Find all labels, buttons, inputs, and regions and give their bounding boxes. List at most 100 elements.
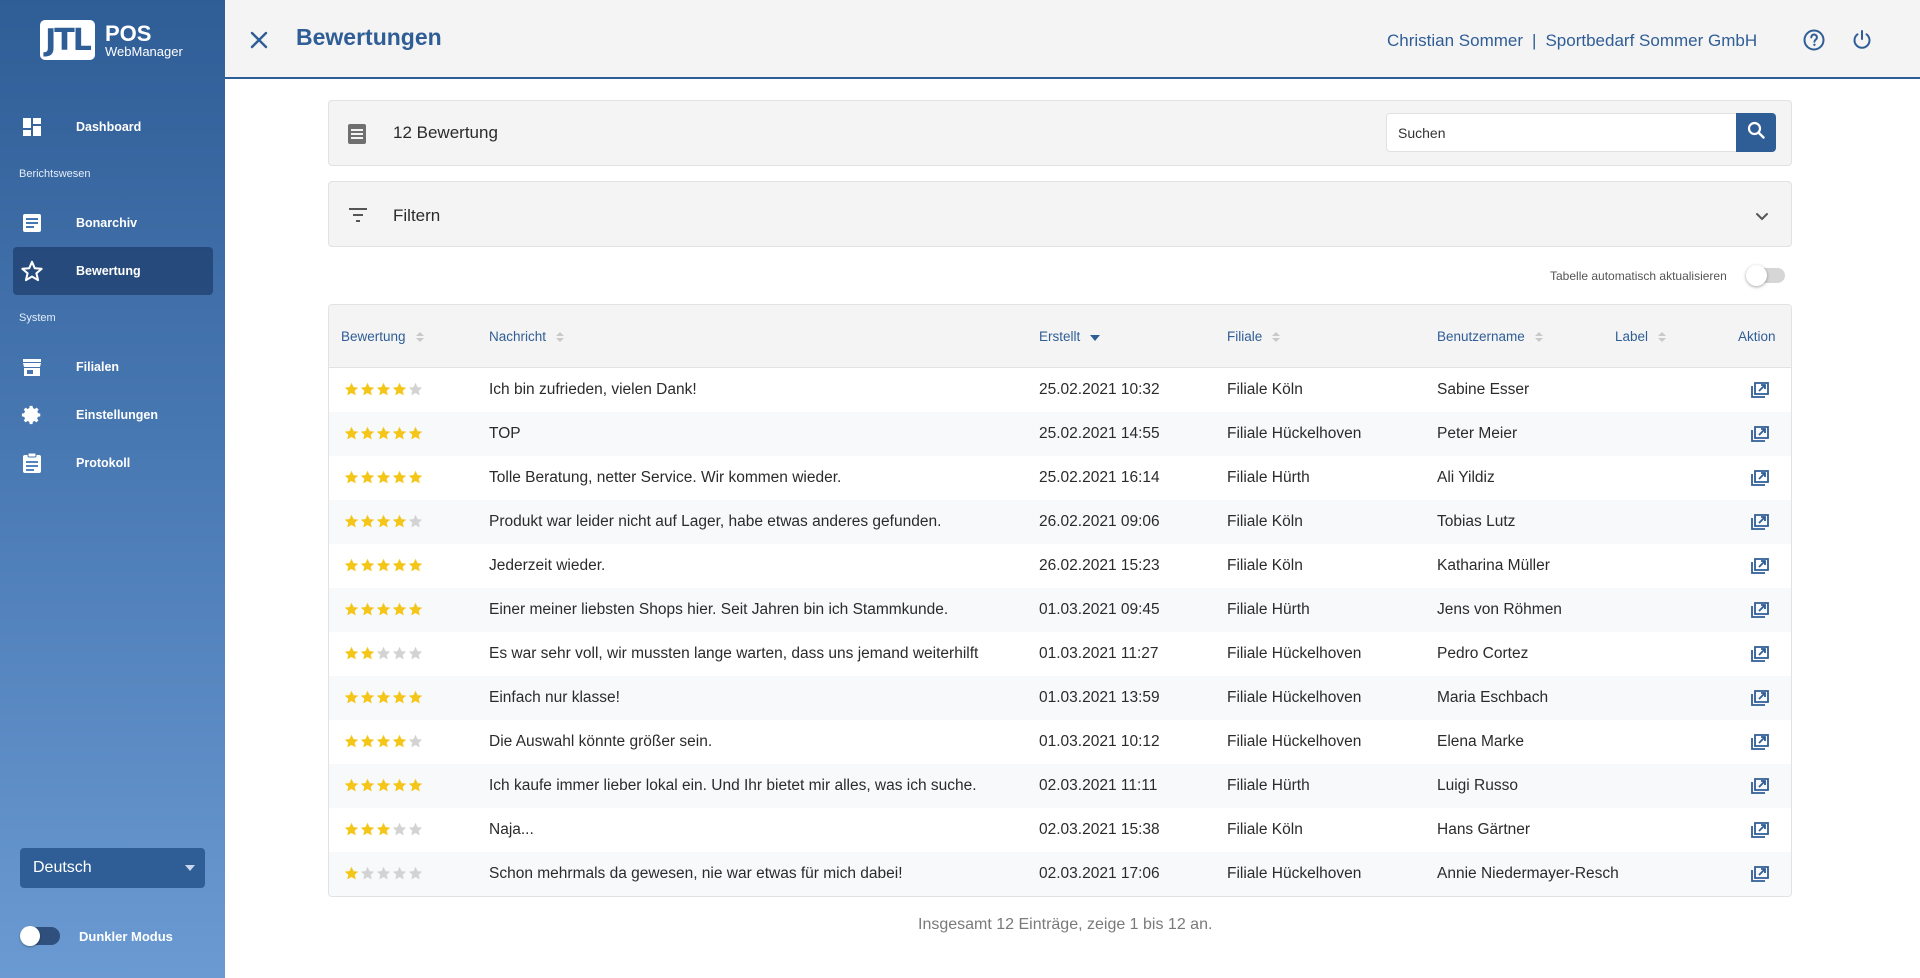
search-button[interactable]: [1736, 113, 1776, 152]
filter-icon: [349, 208, 367, 227]
sidebar: JTL POS WebManager Dashboard Berichtswes…: [0, 0, 225, 978]
open-review-icon[interactable]: [1749, 732, 1771, 752]
cell-created: 01.03.2021 10:12: [1039, 733, 1160, 750]
toggle-knob: [1746, 265, 1767, 286]
column-header-message[interactable]: Nachricht: [489, 329, 565, 344]
star-filled-icon: [376, 382, 391, 402]
rating-stars: [344, 822, 423, 842]
open-review-icon[interactable]: [1749, 424, 1771, 444]
cell-created: 26.02.2021 09:06: [1039, 513, 1160, 530]
table-row: TOP 25.02.2021 14:55 Filiale Hückelhoven Pe…: [329, 412, 1791, 456]
open-review-icon[interactable]: [1749, 600, 1771, 620]
sidebar-item-label: Einstellungen: [76, 408, 158, 422]
app-logo[interactable]: JTL POS WebManager: [40, 20, 183, 60]
rating-stars: [344, 514, 423, 534]
cell-branch: Filiale Hückelhoven: [1227, 733, 1362, 750]
help-icon[interactable]: [1802, 28, 1826, 52]
store-icon: [21, 356, 43, 378]
cell-message: Schon mehrmals da gewesen, nie war etwas…: [489, 865, 903, 882]
star-empty-icon: [408, 734, 423, 754]
rating-stars: [344, 734, 423, 754]
column-header-branch[interactable]: Filiale: [1227, 329, 1281, 344]
open-review-icon[interactable]: [1749, 468, 1771, 488]
sort-icon: [1534, 331, 1543, 342]
search-input[interactable]: [1386, 113, 1738, 152]
cell-username: Hans Gärtner: [1437, 821, 1531, 838]
table-row: Es war sehr voll, wir mussten lange wart…: [329, 632, 1791, 676]
language-select[interactable]: Deutsch: [20, 848, 205, 888]
receipt-icon: [21, 212, 43, 234]
open-review-icon[interactable]: [1749, 380, 1771, 400]
table-header: Bewertung Nachricht Erstellt Filiale Ben…: [329, 305, 1791, 368]
sidebar-section-system: System: [19, 312, 56, 324]
open-review-icon[interactable]: [1749, 644, 1771, 664]
cell-created: 01.03.2021 11:27: [1039, 645, 1159, 662]
cell-username: Ali Yildiz: [1437, 469, 1495, 486]
star-filled-icon: [344, 558, 359, 578]
user-info[interactable]: Christian Sommer | Sportbedarf Sommer GmbH: [1387, 31, 1757, 51]
auto-refresh-toggle[interactable]: [1746, 265, 1785, 286]
star-filled-icon: [392, 514, 407, 534]
company-name: Sportbedarf Sommer GmbH: [1545, 31, 1758, 50]
table-row: Ich bin zufrieden, vielen Dank! 25.02.202…: [329, 368, 1791, 412]
star-filled-icon: [408, 690, 423, 710]
sidebar-item-protokoll[interactable]: Protokoll: [13, 439, 213, 487]
star-empty-icon: [408, 822, 423, 842]
open-review-icon[interactable]: [1749, 820, 1771, 840]
cell-branch: Filiale Hückelhoven: [1227, 645, 1362, 662]
table-row: Einfach nur klasse! 01.03.2021 13:59 Filia…: [329, 676, 1791, 720]
sidebar-item-bewertung[interactable]: Bewertung: [13, 247, 213, 295]
star-filled-icon: [344, 646, 359, 666]
cell-branch: Filiale Hürth: [1227, 601, 1310, 618]
rating-stars: [344, 690, 423, 710]
open-review-icon[interactable]: [1749, 776, 1771, 796]
sidebar-item-bonarchiv[interactable]: Bonarchiv: [13, 199, 213, 247]
open-review-icon[interactable]: [1749, 688, 1771, 708]
search-icon: [1747, 121, 1765, 144]
column-header-created[interactable]: Erstellt: [1039, 329, 1101, 344]
star-filled-icon: [376, 822, 391, 842]
sort-icon: [415, 331, 424, 342]
cell-branch: Filiale Hückelhoven: [1227, 865, 1362, 882]
cell-branch: Filiale Hückelhoven: [1227, 689, 1362, 706]
column-header-label[interactable]: Label: [1615, 329, 1667, 344]
column-header-action: Aktion: [1738, 329, 1776, 344]
star-filled-icon: [392, 382, 407, 402]
cell-branch: Filiale Köln: [1227, 381, 1303, 398]
star-filled-icon: [392, 602, 407, 622]
star-filled-icon: [392, 558, 407, 578]
sidebar-item-filialen[interactable]: Filialen: [13, 343, 213, 391]
dark-mode-toggle[interactable]: [20, 926, 60, 946]
star-filled-icon: [360, 470, 375, 490]
close-icon[interactable]: [247, 28, 271, 52]
open-review-icon[interactable]: [1749, 556, 1771, 576]
power-icon[interactable]: [1850, 28, 1874, 52]
cell-username: Elena Marke: [1437, 733, 1525, 750]
sidebar-item-dashboard[interactable]: Dashboard: [13, 103, 213, 151]
cell-username: Annie Niedermayer-Resch: [1437, 865, 1619, 882]
sidebar-section-reporting: Berichtswesen: [19, 168, 91, 180]
filter-panel[interactable]: Filtern: [328, 181, 1792, 247]
star-filled-icon: [376, 514, 391, 534]
open-review-icon[interactable]: [1749, 512, 1771, 532]
rating-stars: [344, 602, 423, 622]
column-header-username[interactable]: Benutzername: [1437, 329, 1543, 344]
column-header-rating[interactable]: Bewertung: [341, 329, 424, 344]
star-filled-icon: [344, 734, 359, 754]
table-row: Naja... 02.03.2021 15:38 Filiale Köln Hans …: [329, 808, 1791, 852]
rating-stars: [344, 558, 423, 578]
pagination-info: Insgesamt 12 Einträge, zeige 1 bis 12 an…: [918, 916, 1213, 933]
sidebar-item-einstellungen[interactable]: Einstellungen: [13, 391, 213, 439]
star-filled-icon: [360, 734, 375, 754]
caret-down-icon: [185, 865, 195, 871]
logo-subtitle: WebManager: [105, 43, 183, 59]
star-filled-icon: [376, 558, 391, 578]
cell-username: Tobias Lutz: [1437, 513, 1516, 530]
logo-title: POS: [105, 20, 152, 46]
column-label: Filiale: [1227, 329, 1263, 344]
open-review-icon[interactable]: [1749, 864, 1771, 884]
star-filled-icon: [344, 778, 359, 798]
cell-message: Naja...: [489, 821, 534, 838]
clipboard-icon: [21, 452, 43, 474]
page-title: Bewertungen: [296, 24, 442, 50]
